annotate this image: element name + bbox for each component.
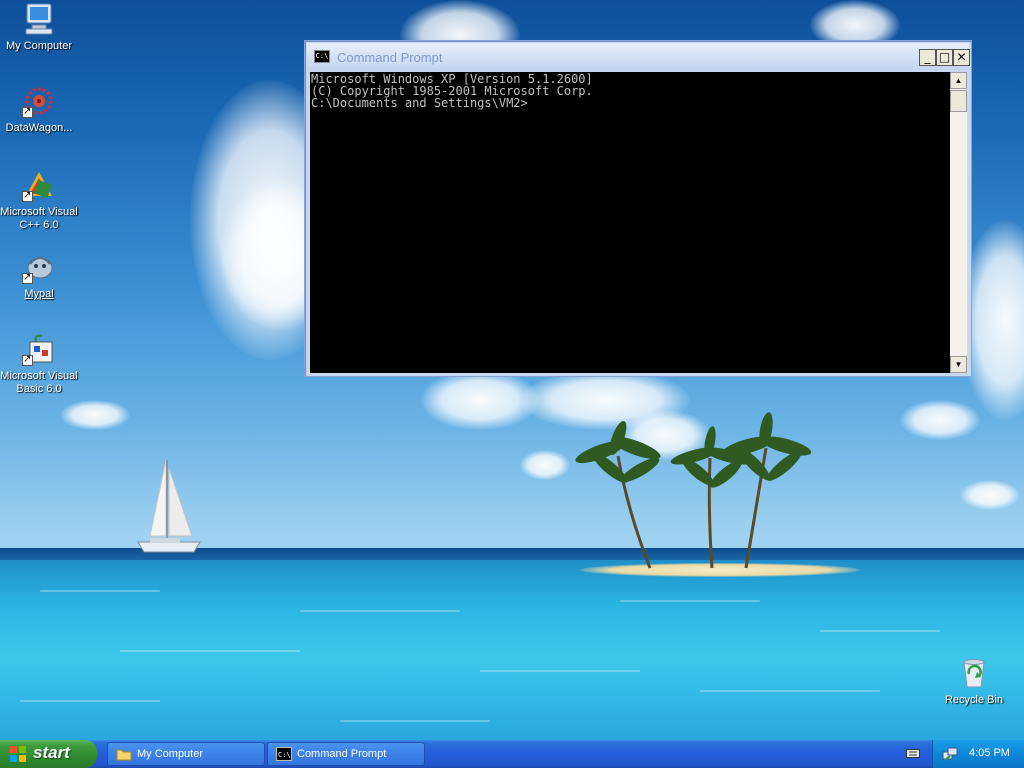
desktop-icon-mypal[interactable]: Mypal [0,250,78,301]
start-label: start [33,743,70,762]
taskbar-item-label: My Computer [137,748,204,760]
desktop-icon-label: Recycle Bin [944,694,1004,706]
recycle-bin-icon [957,656,991,690]
cmd-icon: C:\ [276,747,292,761]
vertical-scrollbar[interactable]: ▲ ▼ [950,72,967,373]
desktop-icon-label: Microsoft Visual Basic 6.0 [0,370,78,395]
folder-icon [116,747,132,761]
taskbar-item-command-prompt[interactable]: C:\ Command Prompt [267,742,425,766]
console-output[interactable]: Microsoft Windows XP [Version 5.1.2600](… [310,72,950,373]
console-prompt-line: C:\Documents and Settings\VM2> [311,96,528,110]
scroll-up-button[interactable]: ▲ [950,72,967,89]
desktop-icon-datawagon[interactable]: DataWagon... [0,84,78,135]
network-icon[interactable] [942,746,958,762]
taskbar: start My Computer C:\ Command Prompt 4:0… [0,740,1024,768]
window-titlebar[interactable]: C:\ Command Prompt _ □ ✕ [307,43,970,70]
clock[interactable]: 4:05 PM [969,747,1010,759]
minimize-button[interactable]: _ [919,49,936,66]
scroll-down-button[interactable]: ▼ [950,356,967,373]
sailboat-graphic [137,459,201,553]
desktop-icon-label: Microsoft Visual C++ 6.0 [0,206,78,231]
cmd-icon: C:\ [314,50,330,63]
palm-trees-graphic [575,412,812,569]
desktop-icon-my-computer[interactable]: My Computer [0,2,78,53]
mypal-icon [22,250,56,284]
taskbar-item-label: Command Prompt [297,748,387,760]
svg-text:C:\: C:\ [278,751,291,759]
scrollbar-thumb[interactable] [950,90,967,112]
windows-logo-icon [10,746,27,762]
maximize-button[interactable]: □ [936,49,953,66]
visual-basic-icon [22,332,56,366]
window-title: Command Prompt [337,50,443,65]
desktop-icon-label: DataWagon... [5,122,73,134]
start-button[interactable]: start [0,740,97,768]
desktop-icon-recycle-bin[interactable]: Recycle Bin [935,656,1013,707]
desktop-icon-label: My Computer [5,40,73,52]
visual-cpp-icon [22,168,56,202]
keyboard-icon[interactable] [906,747,920,759]
system-tray: 4:05 PM [932,740,1024,768]
taskbar-item-my-computer[interactable]: My Computer [107,742,265,766]
desktop-icon-visual-cpp[interactable]: Microsoft Visual C++ 6.0 [0,168,78,232]
datawagon-icon [22,84,56,118]
my-computer-icon [22,2,56,36]
close-button[interactable]: ✕ [953,49,970,66]
desktop-icon-label: Mypal [24,288,54,300]
command-prompt-window[interactable]: C:\ Command Prompt _ □ ✕ Microsoft Windo… [304,40,972,377]
desktop-icon-visual-basic[interactable]: Microsoft Visual Basic 6.0 [0,332,78,396]
